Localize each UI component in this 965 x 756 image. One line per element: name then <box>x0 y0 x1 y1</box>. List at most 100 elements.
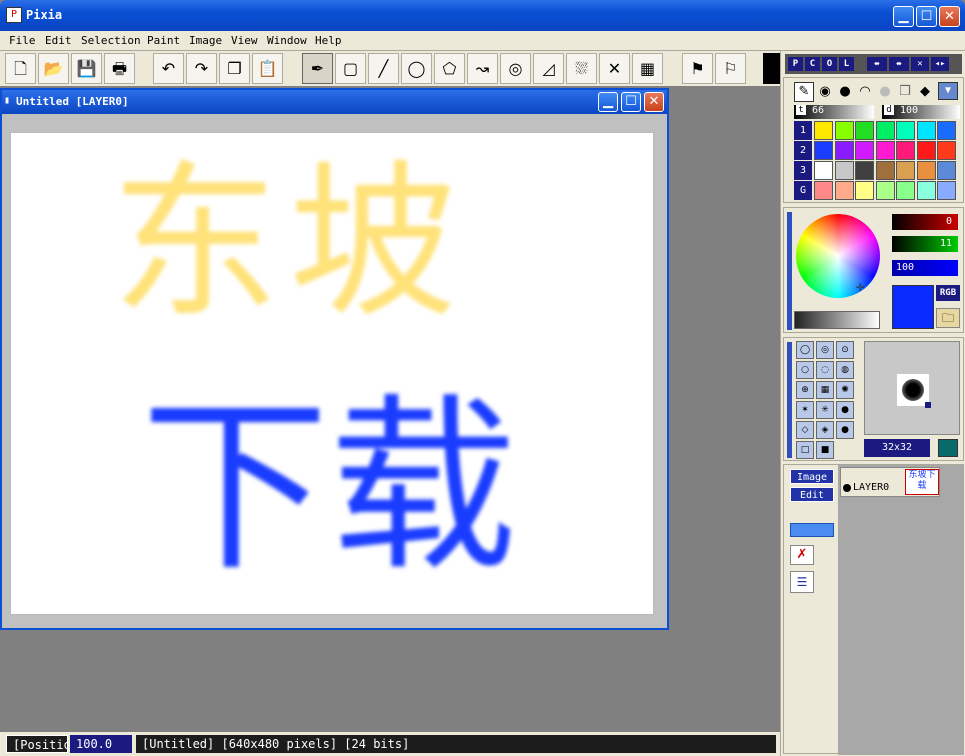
new-file-icon[interactable]: 🗋 <box>5 53 36 84</box>
brush-shape-icon[interactable]: □ <box>796 441 814 459</box>
menu-image[interactable]: Image <box>189 34 222 47</box>
transparency-icon[interactable]: ▦ <box>632 53 663 84</box>
brush-shape-icon[interactable]: ○ <box>796 361 814 379</box>
minimize-button[interactable]: ▁ <box>893 6 914 27</box>
palette-row-label[interactable]: 3 <box>794 161 812 180</box>
palette-swatch[interactable] <box>896 161 915 180</box>
smudge-icon[interactable]: ◠ <box>856 82 874 102</box>
lasso-icon[interactable]: ◎ <box>500 53 531 84</box>
palette-swatch[interactable] <box>896 181 915 200</box>
panel-tab-l[interactable]: L <box>839 57 854 71</box>
open-folder-icon[interactable]: 📂 <box>38 53 69 84</box>
palette-swatch[interactable] <box>875 121 895 140</box>
brush-shape-icon[interactable]: ◯ <box>796 341 814 359</box>
menu-selection[interactable]: Selection <box>81 34 141 47</box>
green-slider[interactable]: 11 <box>892 236 958 252</box>
palette-swatch[interactable] <box>855 121 874 140</box>
menu-help[interactable]: Help <box>315 34 342 47</box>
palette-swatch[interactable] <box>916 121 936 140</box>
pen-dropdown-icon[interactable]: ▼ <box>938 82 958 100</box>
layer-list-icon[interactable]: ☰ <box>790 571 814 593</box>
menu-window[interactable]: Window <box>267 34 307 47</box>
layer-tab-edit[interactable]: Edit <box>790 487 834 502</box>
panel-tab-o[interactable]: O <box>822 57 837 71</box>
airbrush-icon[interactable]: ◉ <box>816 82 834 102</box>
layer-visible-icon[interactable] <box>843 484 851 492</box>
clear-selection-icon[interactable]: ✕ <box>599 53 630 84</box>
bezier-icon[interactable]: ↝ <box>467 53 498 84</box>
brush-shape-icon[interactable]: ◍ <box>836 361 854 379</box>
palette-row-label[interactable]: 1 <box>794 121 812 140</box>
palette-swatch[interactable] <box>834 141 854 160</box>
app-icon[interactable]: P <box>6 7 22 23</box>
document-title-bar[interactable]: ▮ Untitled [LAYER0] ▁ ☐ ✕ <box>2 90 667 114</box>
rectangle-icon[interactable]: ▢ <box>335 53 366 84</box>
brush-pattern-icon[interactable] <box>938 439 958 457</box>
palette-swatch[interactable] <box>834 121 854 140</box>
redo-icon[interactable]: ↷ <box>186 53 217 84</box>
doc-minimize-button[interactable]: ▁ <box>598 92 618 112</box>
red-slider[interactable]: 0 <box>892 214 958 230</box>
menu-edit[interactable]: Edit <box>45 34 72 47</box>
panel-shrink-icon[interactable]: ⇼ <box>889 57 909 71</box>
panel-expand-icon[interactable]: ⇹ <box>867 57 887 71</box>
brush-handle[interactable] <box>925 402 931 408</box>
palette-swatch[interactable] <box>916 161 936 180</box>
palette-row-label[interactable]: G <box>794 181 812 200</box>
eraser-icon[interactable]: ◆ <box>916 82 934 102</box>
brush-shape-icon[interactable]: ✶ <box>796 401 814 419</box>
brush-shape-icon[interactable]: ● <box>836 421 854 439</box>
brush-shape-icon[interactable]: ⊙ <box>836 341 854 359</box>
bucket-icon[interactable]: ⛆ <box>566 53 597 84</box>
brush-shape-icon[interactable]: ◇ <box>796 421 814 439</box>
doc-maximize-button[interactable]: ☐ <box>621 92 641 112</box>
layer-tab-image[interactable]: Image <box>790 469 834 484</box>
brush-shape-icon[interactable]: ✺ <box>836 381 854 399</box>
palette-swatch[interactable] <box>937 121 956 140</box>
fill-icon[interactable]: ⬠ <box>434 53 465 84</box>
menu-file[interactable]: File <box>9 34 36 47</box>
stamp-icon[interactable]: ❒ <box>896 82 914 102</box>
density-slider[interactable]: d 100 <box>882 105 960 119</box>
circle-icon[interactable]: ◯ <box>401 53 432 84</box>
paint-red-icon[interactable]: ⚑ <box>682 53 713 84</box>
doc-close-button[interactable]: ✕ <box>644 92 664 112</box>
brush-scroll[interactable] <box>787 342 792 458</box>
pen-tool-icon[interactable]: ✒ <box>302 53 333 84</box>
palette-swatch[interactable] <box>834 161 854 180</box>
save-icon[interactable]: 💾 <box>71 53 102 84</box>
rgb-button[interactable]: RGB <box>936 285 960 301</box>
palette-swatch[interactable] <box>855 161 874 180</box>
color-folder-icon[interactable]: 🗀 <box>936 308 960 328</box>
layer-item[interactable]: LAYER0 东坡下载 <box>840 467 940 497</box>
layer-opacity-bar[interactable] <box>790 523 834 537</box>
polygon-select-icon[interactable]: ◿ <box>533 53 564 84</box>
brightness-bar[interactable] <box>794 311 880 329</box>
palette-swatch[interactable] <box>937 141 956 160</box>
undo-icon[interactable]: ↶ <box>153 53 184 84</box>
panel-tab-p[interactable]: P <box>788 57 803 71</box>
palette-swatch[interactable] <box>896 141 915 160</box>
palette-swatch[interactable] <box>814 121 833 140</box>
palette-swatch[interactable] <box>916 141 936 160</box>
print-icon[interactable]: 🖶 <box>104 53 135 84</box>
delete-layer-icon[interactable]: ✗ <box>790 545 814 565</box>
palette-swatch[interactable] <box>916 181 936 200</box>
panel-arrows-icon[interactable]: ◂▸ <box>931 57 949 71</box>
menu-paint[interactable]: Paint <box>147 34 180 47</box>
palette-swatch[interactable] <box>814 161 833 180</box>
brush-shape-icon[interactable]: ◌ <box>816 361 834 379</box>
menu-view[interactable]: View <box>231 34 258 47</box>
color-scroll[interactable] <box>787 212 792 330</box>
palette-swatch[interactable] <box>814 181 833 200</box>
brush-shape-icon[interactable]: ⊕ <box>796 381 814 399</box>
palette-swatch[interactable] <box>937 161 956 180</box>
paste-icon[interactable]: 📋 <box>252 53 283 84</box>
palette-swatch[interactable] <box>875 161 895 180</box>
brush-shape-icon[interactable]: ■ <box>816 441 834 459</box>
brush-shape-icon[interactable]: ◎ <box>816 341 834 359</box>
palette-swatch[interactable] <box>834 181 854 200</box>
palette-swatch[interactable] <box>855 181 874 200</box>
blue-slider[interactable]: 100 <box>892 260 958 276</box>
panel-tab-c[interactable]: C <box>805 57 820 71</box>
